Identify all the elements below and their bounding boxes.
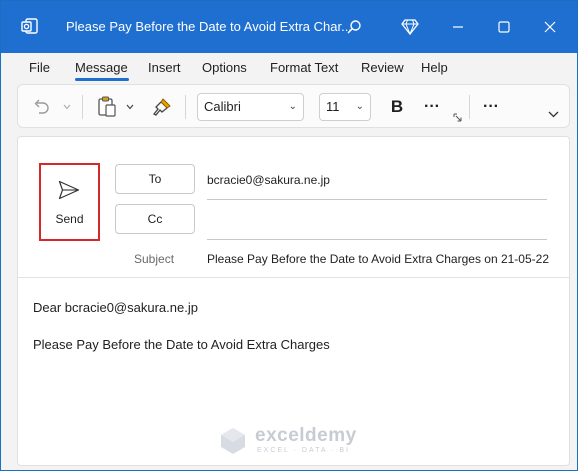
menu-options[interactable]: Options [202, 60, 247, 75]
menu-message[interactable]: Message [75, 60, 128, 75]
send-label: Send [55, 212, 84, 226]
chevron-down-icon: ⌄ [288, 101, 297, 112]
close-icon[interactable] [536, 13, 564, 41]
dialog-launcher-icon[interactable] [452, 112, 462, 122]
paste-dropdown-chevron-down-icon[interactable] [125, 100, 135, 114]
menu-insert[interactable]: Insert [148, 60, 181, 75]
minimize-icon[interactable] [444, 13, 472, 41]
bold-button[interactable]: B [386, 94, 408, 120]
ribbon-divider [469, 95, 470, 119]
undo-dropdown-chevron-down-icon[interactable] [62, 100, 72, 114]
title-bar: Please Pay Before the Date to Avoid Extr… [1, 1, 577, 53]
font-name-value: Calibri [204, 99, 241, 114]
body-message[interactable]: Please Pay Before the Date to Avoid Extr… [33, 337, 330, 352]
cc-button[interactable]: Cc [115, 204, 195, 234]
cc-field[interactable] [207, 239, 547, 240]
window-title: Please Pay Before the Date to Avoid Extr… [66, 19, 352, 34]
ribbon-toolbar: Calibri ⌄ 11 ⌄ B ··· ··· [17, 84, 570, 128]
subject-field[interactable]: Please Pay Before the Date to Avoid Extr… [207, 252, 549, 266]
outlook-app-icon [21, 18, 38, 34]
menu-format-text[interactable]: Format Text [270, 60, 338, 75]
search-icon[interactable] [340, 13, 368, 41]
expand-ribbon-chevron-down-icon[interactable] [546, 108, 560, 120]
outlook-compose-window: Please Pay Before the Date to Avoid Extr… [0, 0, 578, 471]
active-tab-indicator [75, 78, 129, 81]
exceldemy-logo-icon [221, 428, 245, 454]
paste-icon[interactable] [95, 95, 119, 119]
body-greeting[interactable]: Dear bcracie0@sakura.ne.jp [33, 300, 198, 315]
send-button[interactable]: Send [39, 163, 100, 241]
font-size-value: 11 [326, 99, 340, 114]
ribbon-divider [185, 95, 186, 119]
menu-file[interactable]: File [29, 60, 50, 75]
more-commands-icon[interactable]: ··· [478, 94, 504, 120]
undo-icon[interactable] [30, 96, 52, 118]
watermark-tagline: EXCEL · DATA · BI [257, 447, 350, 454]
compose-pane: Send To bcracie0@sakura.ne.jp Cc Subject… [17, 136, 570, 466]
menu-help[interactable]: Help [421, 60, 448, 75]
subject-label: Subject [134, 252, 175, 266]
to-field-underline [207, 199, 547, 200]
send-icon [58, 180, 80, 200]
header-divider [18, 277, 569, 278]
to-button[interactable]: To [115, 164, 195, 194]
to-field[interactable]: bcracie0@sakura.ne.jp [207, 173, 330, 187]
menu-bar: File Message Insert Options Format Text … [1, 53, 577, 81]
exceldemy-watermark: exceldemy EXCEL · DATA · BI [218, 425, 378, 459]
chevron-down-icon: ⌄ [355, 101, 364, 112]
watermark-name: exceldemy [255, 425, 357, 446]
diamond-icon[interactable] [396, 13, 424, 41]
font-size-select[interactable]: 11 ⌄ [319, 93, 371, 121]
menu-review[interactable]: Review [361, 60, 404, 75]
format-painter-icon[interactable] [150, 95, 174, 119]
font-name-select[interactable]: Calibri ⌄ [197, 93, 304, 121]
ribbon-divider [82, 95, 83, 119]
more-formatting-icon[interactable]: ··· [419, 94, 445, 120]
maximize-icon[interactable] [490, 13, 518, 41]
